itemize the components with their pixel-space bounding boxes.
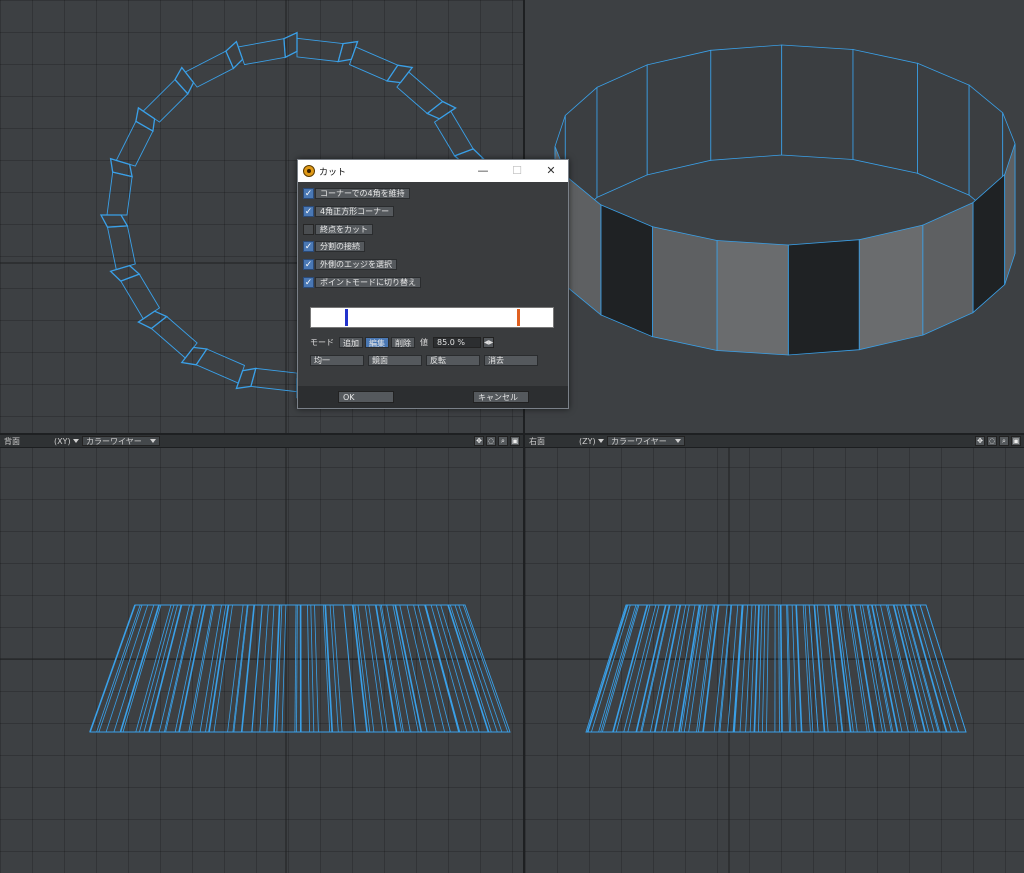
minimize-button[interactable]: — bbox=[466, 160, 500, 182]
viewport-header: 背面 (XY) カラーワイヤー ✥ ◌ ⌕ ▣ bbox=[0, 435, 523, 448]
value-label: 値 bbox=[420, 337, 428, 347]
ring-back-wireframe bbox=[0, 435, 523, 873]
slider-mark-right[interactable] bbox=[517, 309, 520, 326]
ok-button[interactable]: OK bbox=[338, 391, 394, 403]
viewport-right[interactable]: 右面 (ZY) カラーワイヤー ✥ ◌ ⌕ ▣ bbox=[525, 435, 1024, 873]
rotate-icon[interactable]: ◌ bbox=[987, 436, 997, 446]
option-row[interactable]: ✓ ポイントモードに切り替え bbox=[303, 276, 421, 288]
option-label[interactable]: 4角正方形コーナー bbox=[315, 205, 395, 217]
viewport-divider-vertical[interactable] bbox=[523, 0, 525, 873]
option-label[interactable]: 分割の接続 bbox=[315, 240, 365, 252]
mode-edit-button[interactable]: 編集 bbox=[365, 336, 389, 348]
clear-button[interactable]: 消去 bbox=[484, 355, 538, 366]
move-icon[interactable]: ✥ bbox=[474, 436, 484, 446]
chevron-down-icon bbox=[675, 439, 681, 443]
option-row[interactable]: ✓ 4角正方形コーナー bbox=[303, 205, 395, 217]
checkmark-icon[interactable]: ✓ bbox=[303, 187, 314, 199]
ring-perspective-model bbox=[554, 44, 1016, 356]
dialog-titlebar[interactable]: カット — ☐ ✕ bbox=[298, 160, 568, 182]
render-mode-dropdown[interactable]: カラーワイヤー bbox=[82, 436, 160, 446]
chevron-down-icon bbox=[597, 439, 604, 443]
uniform-button[interactable]: 均一 bbox=[310, 355, 364, 366]
checkmark-icon[interactable]: ✓ bbox=[303, 205, 314, 217]
zoom-icon[interactable]: ⌕ bbox=[999, 436, 1009, 446]
axis-dropdown[interactable]: (XY) bbox=[54, 437, 82, 446]
checkbox-empty[interactable] bbox=[303, 223, 314, 235]
cut-dialog: カット — ☐ ✕ ✓ コーナーでの4角を維持 ✓ 4角正方形コーナー 終点をカット ✓ 分… bbox=[297, 159, 569, 409]
cut-position-slider[interactable] bbox=[310, 307, 554, 328]
checkmark-icon[interactable]: ✓ bbox=[303, 276, 314, 288]
chevron-down-icon bbox=[72, 439, 79, 443]
rotate-icon[interactable]: ◌ bbox=[486, 436, 496, 446]
option-label[interactable]: 終点をカット bbox=[315, 223, 373, 235]
viewport-header: 右面 (ZY) カラーワイヤー ✥ ◌ ⌕ ▣ bbox=[525, 435, 1024, 448]
option-row[interactable]: ✓ 分割の接続 bbox=[303, 240, 365, 252]
mode-add-button[interactable]: 追加 bbox=[339, 336, 363, 348]
cancel-button[interactable]: キャンセル bbox=[473, 391, 529, 403]
value-input[interactable]: 85.0 % bbox=[433, 336, 481, 348]
maximize-viewport-icon[interactable]: ▣ bbox=[510, 436, 520, 446]
option-label[interactable]: 外側のエッジを選択 bbox=[315, 258, 397, 270]
app-logo-icon bbox=[303, 165, 315, 177]
dialog-footer: OK キャンセル bbox=[298, 386, 568, 408]
viewport-back[interactable]: 背面 (XY) カラーワイヤー ✥ ◌ ⌕ ▣ bbox=[0, 435, 523, 873]
mirror-button[interactable]: 鏡面 bbox=[368, 355, 422, 366]
ring-right-wireframe bbox=[525, 435, 1024, 873]
mode-delete-button[interactable]: 削除 bbox=[391, 336, 415, 348]
value-stepper-icon[interactable]: ◀▶ bbox=[483, 336, 494, 348]
viewport-title: 背面 bbox=[4, 436, 20, 446]
zoom-icon[interactable]: ⌕ bbox=[498, 436, 508, 446]
viewport-title: 右面 bbox=[529, 436, 545, 446]
option-label[interactable]: コーナーでの4角を維持 bbox=[315, 187, 410, 199]
option-row[interactable]: ✓ コーナーでの4角を維持 bbox=[303, 187, 410, 199]
checkmark-icon[interactable]: ✓ bbox=[303, 240, 314, 252]
checkmark-icon[interactable]: ✓ bbox=[303, 258, 314, 270]
close-button[interactable]: ✕ bbox=[534, 160, 568, 182]
move-icon[interactable]: ✥ bbox=[975, 436, 985, 446]
action-row: 均一 鏡面 反転 消去 bbox=[310, 355, 538, 366]
maximize-button: ☐ bbox=[512, 164, 522, 177]
mode-label: モード bbox=[310, 337, 334, 347]
option-row[interactable]: ✓ 外側のエッジを選択 bbox=[303, 258, 397, 270]
viewport-tools: ✥ ◌ ⌕ ▣ bbox=[975, 436, 1021, 446]
chevron-down-icon bbox=[150, 439, 156, 443]
render-mode-dropdown[interactable]: カラーワイヤー bbox=[607, 436, 685, 446]
axis-dropdown[interactable]: (ZY) bbox=[579, 437, 607, 446]
mode-row: モード 追加 編集 削除 値 85.0 % ◀▶ bbox=[310, 336, 494, 348]
viewport-divider-horizontal[interactable] bbox=[0, 433, 1024, 435]
invert-button[interactable]: 反転 bbox=[426, 355, 480, 366]
dialog-title: カット bbox=[319, 167, 347, 178]
slider-mark-left[interactable] bbox=[345, 309, 348, 326]
option-label[interactable]: ポイントモードに切り替え bbox=[315, 276, 421, 288]
viewport-perspective[interactable] bbox=[525, 0, 1024, 433]
maximize-viewport-icon[interactable]: ▣ bbox=[1011, 436, 1021, 446]
option-row[interactable]: 終点をカット bbox=[303, 223, 373, 235]
viewport-tools: ✥ ◌ ⌕ ▣ bbox=[474, 436, 520, 446]
